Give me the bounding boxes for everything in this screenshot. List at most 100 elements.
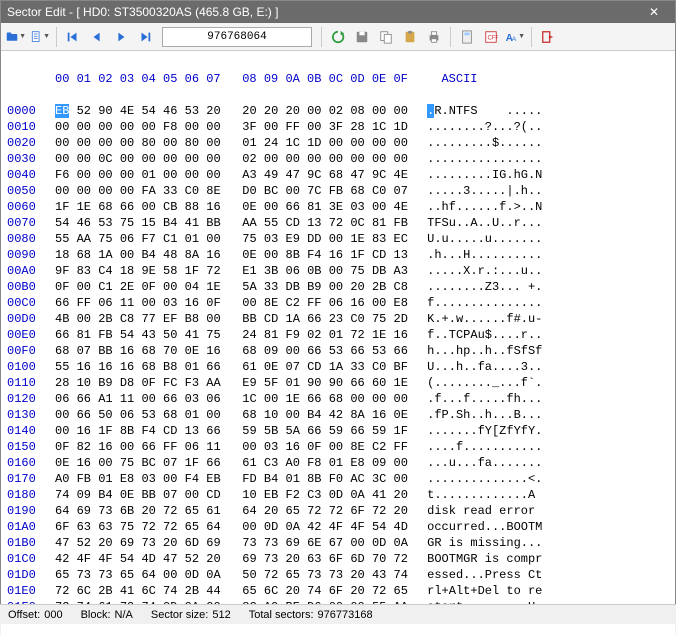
- hex-bytes[interactable]: 55 16 16 16 68 B8 01 66 61 0E 07 CD 1A 3…: [55, 359, 415, 375]
- hex-bytes[interactable]: 72 6C 2B 41 6C 74 2B 44 65 6C 20 74 6F 2…: [55, 583, 415, 599]
- ascii-col[interactable]: f..TCPAu$....r..: [427, 327, 542, 343]
- hex-row[interactable]: 013000 66 50 06 53 68 01 00 68 10 00 B4 …: [7, 407, 669, 423]
- hex-row[interactable]: 01600E 16 00 75 BC 07 1F 66 61 C3 A0 F8 …: [7, 455, 669, 471]
- hex-bytes[interactable]: 0E 16 00 75 BC 07 1F 66 61 C3 A0 F8 01 E…: [55, 455, 415, 471]
- ascii-col[interactable]: f...............: [427, 295, 542, 311]
- hex-row[interactable]: 003000 00 0C 00 00 00 00 00 02 00 00 00 …: [7, 151, 669, 167]
- hex-view[interactable]: 00 01 02 03 04 05 06 07 08 09 0A 0B 0C 0…: [1, 51, 675, 635]
- ascii-col[interactable]: (........_...f`.: [427, 375, 542, 391]
- print-button[interactable]: [423, 26, 445, 48]
- hex-row[interactable]: 005000 00 00 00 FA 33 C0 8E D0 BC 00 7C …: [7, 183, 669, 199]
- open-button[interactable]: ▼: [5, 26, 27, 48]
- ascii-col[interactable]: ...u...fa.......: [427, 455, 542, 471]
- save-button[interactable]: [351, 26, 373, 48]
- hex-row[interactable]: 00B00F 00 C1 2E 0F 00 04 1E 5A 33 DB B9 …: [7, 279, 669, 295]
- hex-bytes[interactable]: 9F 83 C4 18 9E 58 1F 72 E1 3B 06 0B 00 7…: [55, 263, 415, 279]
- hex-row[interactable]: 01500F 82 16 00 66 FF 06 11 00 03 16 0F …: [7, 439, 669, 455]
- ascii-col[interactable]: GR is missing...: [427, 535, 542, 551]
- ascii-col[interactable]: ..............<.: [427, 471, 542, 487]
- ascii-col[interactable]: disk read error: [427, 503, 542, 519]
- hex-row[interactable]: 01D065 73 73 65 64 00 0D 0A 50 72 65 73 …: [7, 567, 669, 583]
- hex-row[interactable]: 008055 AA 75 06 F7 C1 01 00 75 03 E9 DD …: [7, 231, 669, 247]
- ascii-col[interactable]: h...hp..h..fSfSf: [427, 343, 542, 359]
- hex-bytes[interactable]: 00 00 00 00 FA 33 C0 8E D0 BC 00 7C FB 6…: [55, 183, 415, 199]
- hex-row[interactable]: 0040F6 00 00 00 01 00 00 00 A3 49 47 9C …: [7, 167, 669, 183]
- hex-bytes[interactable]: 28 10 B9 D8 0F FC F3 AA E9 5F 01 90 90 6…: [55, 375, 415, 391]
- hex-bytes[interactable]: EB 52 90 4E 54 46 53 20 20 20 20 00 02 0…: [55, 103, 415, 119]
- hex-row[interactable]: 007054 46 53 75 15 B4 41 BB AA 55 CD 13 …: [7, 215, 669, 231]
- hex-row[interactable]: 00A09F 83 C4 18 9E 58 1F 72 E1 3B 06 0B …: [7, 263, 669, 279]
- hex-bytes[interactable]: 64 69 73 6B 20 72 65 61 64 20 65 72 72 6…: [55, 503, 415, 519]
- hex-bytes[interactable]: 55 AA 75 06 F7 C1 01 00 75 03 E9 DD 00 1…: [55, 231, 415, 247]
- ascii-col[interactable]: BOOTMGR is compr: [427, 551, 542, 567]
- ascii-col[interactable]: ..hf......f.>..N: [427, 199, 542, 215]
- ascii-col[interactable]: .R.NTFS .....: [427, 103, 542, 119]
- hex-row[interactable]: 01A06F 63 63 75 72 72 65 64 00 0D 0A 42 …: [7, 519, 669, 535]
- ascii-col[interactable]: U...h..fa....3..: [427, 359, 542, 375]
- hex-bytes[interactable]: 00 00 00 00 00 F8 00 00 3F 00 FF 00 3F 2…: [55, 119, 415, 135]
- calc-button[interactable]: [456, 26, 478, 48]
- hex-row[interactable]: 012006 66 A1 11 00 66 03 06 1C 00 1E 66 …: [7, 391, 669, 407]
- ascii-col[interactable]: ........Z3... +.: [427, 279, 542, 295]
- hex-row[interactable]: 002000 00 00 00 80 00 80 00 01 24 1C 1D …: [7, 135, 669, 151]
- hex-row[interactable]: 01B047 52 20 69 73 20 6D 69 73 73 69 6E …: [7, 535, 669, 551]
- hex-bytes[interactable]: 74 09 B4 0E BB 07 00 CD 10 EB F2 C3 0D 0…: [55, 487, 415, 503]
- ascii-col[interactable]: essed...Press Ct: [427, 567, 542, 583]
- hex-row[interactable]: 01E072 6C 2B 41 6C 74 2B 44 65 6C 20 74 …: [7, 583, 669, 599]
- close-icon[interactable]: ✕: [639, 5, 669, 19]
- sector-input[interactable]: [162, 27, 312, 47]
- hex-bytes[interactable]: 0F 82 16 00 66 FF 06 11 00 03 16 0F 00 8…: [55, 439, 415, 455]
- hex-bytes[interactable]: 0F 00 C1 2E 0F 00 04 1E 5A 33 DB B9 00 2…: [55, 279, 415, 295]
- prev-button[interactable]: [86, 26, 108, 48]
- hex-bytes[interactable]: 47 52 20 69 73 20 6D 69 73 73 69 6E 67 0…: [55, 535, 415, 551]
- hex-bytes[interactable]: 66 81 FB 54 43 50 41 75 24 81 F9 02 01 7…: [55, 327, 415, 343]
- hex-bytes[interactable]: 65 73 73 65 64 00 0D 0A 50 72 65 73 73 2…: [55, 567, 415, 583]
- ascii-col[interactable]: TFSu..A..U..r...: [427, 215, 542, 231]
- ascii-col[interactable]: t.............A: [427, 487, 542, 503]
- ascii-col[interactable]: rl+Alt+Del to re: [427, 583, 542, 599]
- hex-row[interactable]: 001000 00 00 00 00 F8 00 00 3F 00 FF 00 …: [7, 119, 669, 135]
- last-button[interactable]: [134, 26, 156, 48]
- hex-bytes[interactable]: F6 00 00 00 01 00 00 00 A3 49 47 9C 68 4…: [55, 167, 415, 183]
- ascii-col[interactable]: U.u.....u.......: [427, 231, 542, 247]
- ascii-col[interactable]: .........IG.hG.N: [427, 167, 542, 183]
- hex-bytes[interactable]: 00 00 00 00 80 00 80 00 01 24 1C 1D 00 0…: [55, 135, 415, 151]
- hex-bytes[interactable]: 6F 63 63 75 72 72 65 64 00 0D 0A 42 4F 4…: [55, 519, 415, 535]
- hex-row[interactable]: 010055 16 16 16 68 B8 01 66 61 0E 07 CD …: [7, 359, 669, 375]
- ascii-col[interactable]: ....f...........: [427, 439, 542, 455]
- hex-bytes[interactable]: 4B 00 2B C8 77 EF B8 00 BB CD 1A 66 23 C…: [55, 311, 415, 327]
- hex-row[interactable]: 0000EB 52 90 4E 54 46 53 20 20 20 20 00 …: [7, 103, 669, 119]
- ascii-col[interactable]: .fP.Sh..h...B...: [427, 407, 542, 423]
- font-button[interactable]: AA▼: [504, 26, 526, 48]
- hex-bytes[interactable]: 18 68 1A 00 B4 48 8A 16 0E 00 8B F4 16 1…: [55, 247, 415, 263]
- ascii-col[interactable]: .......fY[ZfYfY.: [427, 423, 542, 439]
- hex-bytes[interactable]: 06 66 A1 11 00 66 03 06 1C 00 1E 66 68 0…: [55, 391, 415, 407]
- hex-row[interactable]: 019064 69 73 6B 20 72 65 61 64 20 65 72 …: [7, 503, 669, 519]
- hex-bytes[interactable]: 42 4F 4F 54 4D 47 52 20 69 73 20 63 6F 6…: [55, 551, 415, 567]
- exit-button[interactable]: [537, 26, 559, 48]
- hex-row[interactable]: 01C042 4F 4F 54 4D 47 52 20 69 73 20 63 …: [7, 551, 669, 567]
- ascii-col[interactable]: .....3.....|.h..: [427, 183, 542, 199]
- ascii-col[interactable]: .........$......: [427, 135, 542, 151]
- paste-button[interactable]: [399, 26, 421, 48]
- hex-bytes[interactable]: A0 FB 01 E8 03 00 F4 EB FD B4 01 8B F0 A…: [55, 471, 415, 487]
- hex-row[interactable]: 014000 16 1F 8B F4 CD 13 66 59 5B 5A 66 …: [7, 423, 669, 439]
- hex-bytes[interactable]: 66 FF 06 11 00 03 16 0F 00 8E C2 FF 06 1…: [55, 295, 415, 311]
- hex-row[interactable]: 018074 09 B4 0E BB 07 00 CD 10 EB F2 C3 …: [7, 487, 669, 503]
- ascii-col[interactable]: .h...H..........: [427, 247, 542, 263]
- ascii-col[interactable]: occurred...BOOTM: [427, 519, 542, 535]
- hex-row[interactable]: 00601F 1E 68 66 00 CB 88 16 0E 00 66 81 …: [7, 199, 669, 215]
- hex-row[interactable]: 00E066 81 FB 54 43 50 41 75 24 81 F9 02 …: [7, 327, 669, 343]
- hex-bytes[interactable]: 00 16 1F 8B F4 CD 13 66 59 5B 5A 66 59 6…: [55, 423, 415, 439]
- hex-row[interactable]: 009018 68 1A 00 B4 48 8A 16 0E 00 8B F4 …: [7, 247, 669, 263]
- refresh-button[interactable]: [327, 26, 349, 48]
- document-button[interactable]: ▼: [29, 26, 51, 48]
- copy-button[interactable]: [375, 26, 397, 48]
- hex-bytes[interactable]: 00 66 50 06 53 68 01 00 68 10 00 B4 42 8…: [55, 407, 415, 423]
- hex-row[interactable]: 0170A0 FB 01 E8 03 00 F4 EB FD B4 01 8B …: [7, 471, 669, 487]
- hex-bytes[interactable]: 54 46 53 75 15 B4 41 BB AA 55 CD 13 72 0…: [55, 215, 415, 231]
- next-button[interactable]: [110, 26, 132, 48]
- hex-row[interactable]: 00D04B 00 2B C8 77 EF B8 00 BB CD 1A 66 …: [7, 311, 669, 327]
- ascii-col[interactable]: ........?...?(..: [427, 119, 542, 135]
- ascii-col[interactable]: ................: [427, 151, 542, 167]
